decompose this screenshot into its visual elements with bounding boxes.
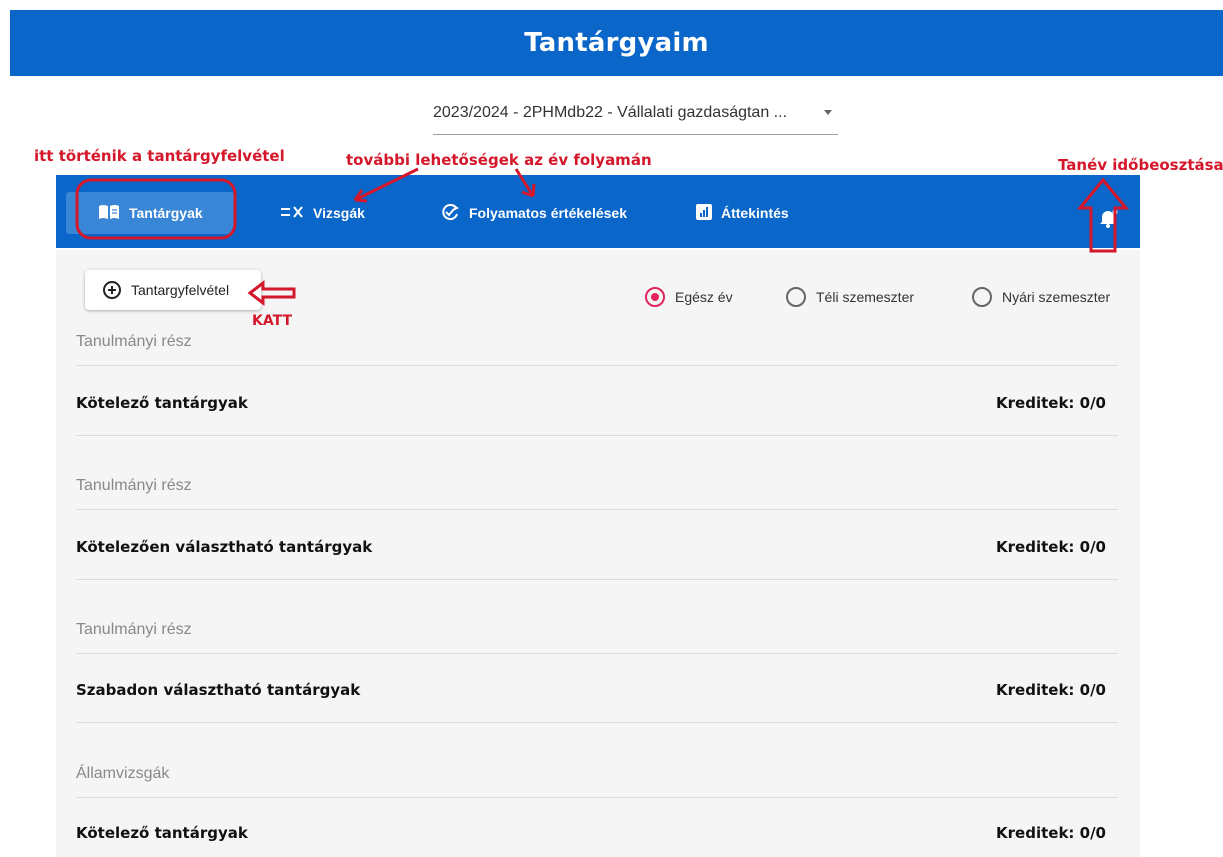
arrow-left-add bbox=[247, 279, 296, 307]
highlight-frame bbox=[75, 178, 237, 240]
arrow-to-vizsgak bbox=[353, 167, 419, 203]
annotation-overlay bbox=[75, 167, 1130, 307]
arrow-to-folyamatos bbox=[514, 168, 536, 198]
arrow-up-schedule bbox=[1076, 177, 1130, 253]
